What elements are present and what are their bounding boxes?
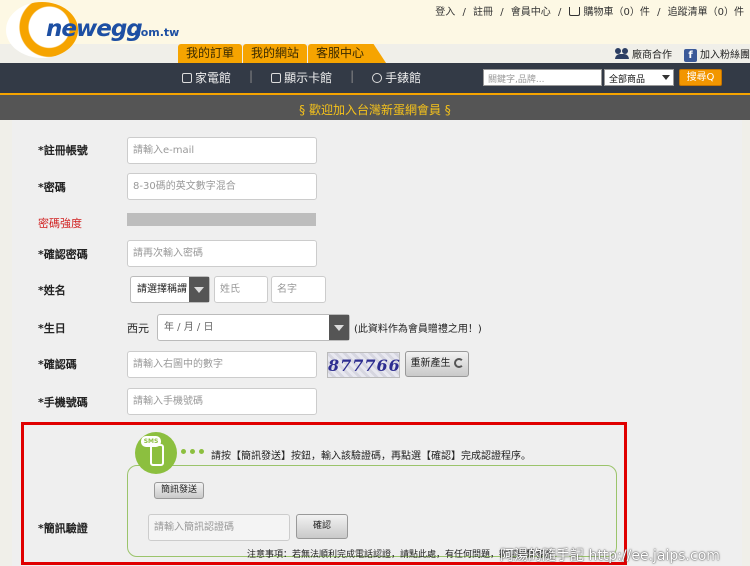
birthday-note: (此資料作為會員贈禮之用！) — [354, 324, 482, 335]
account-label: *註冊帳號 — [38, 144, 88, 157]
welcome-banner: § 歡迎加入台灣新蛋網會員 § — [0, 93, 750, 120]
title-select-value: 請選擇稱謂 — [137, 284, 187, 295]
password-label: *密碼 — [38, 181, 66, 194]
category-select[interactable]: 全部商品 — [604, 69, 674, 86]
refresh-captcha-label: 重新產生 — [410, 358, 451, 369]
login-link[interactable]: 登入 — [435, 7, 455, 18]
people-icon — [615, 48, 629, 59]
social-links: 廠商合作 f 加入粉絲團 — [615, 44, 750, 63]
captcha-field[interactable]: 請輸入右圖中的數字 — [127, 351, 317, 378]
vendor-label: 廠商合作 — [632, 50, 672, 61]
member-center-link[interactable]: 會員中心 — [511, 7, 551, 18]
sms-confirm-button[interactable]: 確認 — [296, 514, 348, 539]
search-button[interactable]: 搜尋Q — [679, 69, 722, 86]
mobile-label: *手機號碼 — [38, 396, 88, 409]
sms-inner-panel — [127, 465, 617, 557]
birthday-label: *生日 — [38, 322, 66, 335]
watch-icon — [372, 73, 383, 83]
facebook-label: 加入粉絲團 — [700, 49, 750, 61]
sms-instruction: 請按【簡訊發送】按鈕，輸入該驗證碼，再點選【確認】完成認證程序。 — [211, 451, 531, 462]
title-select[interactable]: 請選擇稱謂 — [130, 276, 210, 303]
sms-code-field[interactable]: 請輸入簡訊認證碼 — [148, 514, 290, 541]
nav-separator: | — [350, 69, 355, 83]
progress-dots — [181, 449, 204, 454]
chevron-down-icon — [189, 277, 209, 302]
appliance-icon — [182, 73, 192, 83]
refresh-captcha-button[interactable]: 重新產生 — [405, 351, 469, 377]
cart-icon — [568, 7, 580, 16]
nav-appliances[interactable]: 家電館 — [182, 69, 231, 86]
separator: / — [557, 7, 562, 18]
nav-watches[interactable]: 手錶館 — [372, 69, 421, 86]
logo-domain: .com.tw — [130, 26, 180, 39]
tab-my-site[interactable]: 我的網站 — [243, 44, 308, 63]
top-links: 登入 / 註冊 / 會員中心 / 購物車（0）件 / 追蹤清單（0）件 — [433, 3, 746, 18]
confirm-password-label: *確認密碼 — [38, 248, 88, 261]
send-sms-button[interactable]: 簡訊發送 — [154, 482, 204, 499]
sms-verify-label: *簡訊驗證 — [38, 522, 88, 535]
separator: / — [657, 7, 661, 18]
tab-customer-service[interactable]: 客服中心 — [308, 44, 387, 63]
nav-appliances-label: 家電館 — [195, 71, 232, 85]
password-strength-bar — [127, 213, 316, 226]
captcha-image: 877766 — [327, 352, 400, 378]
first-name-field[interactable]: 名字 — [271, 276, 326, 303]
nav-graphics-label: 顯示卡館 — [284, 71, 333, 85]
cart-link[interactable]: 購物車（0）件 — [584, 7, 650, 18]
refresh-icon — [453, 358, 464, 368]
separator: / — [462, 7, 466, 18]
sms-bubble-icon: SMS — [141, 436, 161, 447]
password-strength-label: 密碼強度 — [38, 217, 82, 230]
separator: / — [500, 7, 504, 18]
mobile-field[interactable]: 請輸入手機號碼 — [127, 388, 317, 415]
name-label: *姓名 — [38, 284, 66, 297]
nav-separator: | — [249, 69, 254, 83]
birthday-date-field[interactable]: 年 / 月 / 日 — [157, 314, 350, 341]
last-name-field[interactable]: 姓氏 — [214, 276, 268, 303]
facebook-link[interactable]: f 加入粉絲團 — [684, 46, 750, 62]
watermark: 阿湯的隨手記 http://ee.jaips.com — [500, 548, 720, 564]
main-tabs: 我的訂單 我的網站 客服中心 — [178, 44, 387, 63]
phone-icon — [150, 444, 164, 466]
vendor-link[interactable]: 廠商合作 — [615, 46, 672, 61]
register-link[interactable]: 註冊 — [473, 7, 493, 18]
password-field[interactable]: 8-30碼的英文數字混合 — [127, 173, 317, 200]
search-input[interactable]: 關鍵字,品牌... — [483, 69, 602, 86]
captcha-label: *確認碼 — [38, 358, 77, 371]
era-label: 西元 — [127, 322, 149, 335]
confirm-password-field[interactable]: 請再次輸入密碼 — [127, 240, 317, 267]
wishlist-link[interactable]: 追蹤清單（0）件 — [668, 7, 744, 18]
email-field[interactable]: 請輸入e-mail — [127, 137, 317, 164]
newegg-logo[interactable]: newegg .com.tw — [6, 2, 179, 58]
tab-my-orders[interactable]: 我的訂單 — [178, 44, 243, 63]
sub-nav: 家電館 | 顯示卡館 | 手錶館 — [182, 69, 421, 86]
chevron-down-icon — [329, 315, 349, 340]
graphics-card-icon — [271, 73, 282, 83]
logo-text: newegg — [46, 16, 143, 42]
nav-watches-label: 手錶館 — [385, 71, 422, 85]
birthday-date-placeholder: 年 / 月 / 日 — [164, 322, 214, 333]
nav-graphics-cards[interactable]: 顯示卡館 — [271, 69, 332, 86]
banner-title: § 歡迎加入台灣新蛋網會員 § — [299, 103, 451, 117]
facebook-icon: f — [684, 48, 697, 62]
